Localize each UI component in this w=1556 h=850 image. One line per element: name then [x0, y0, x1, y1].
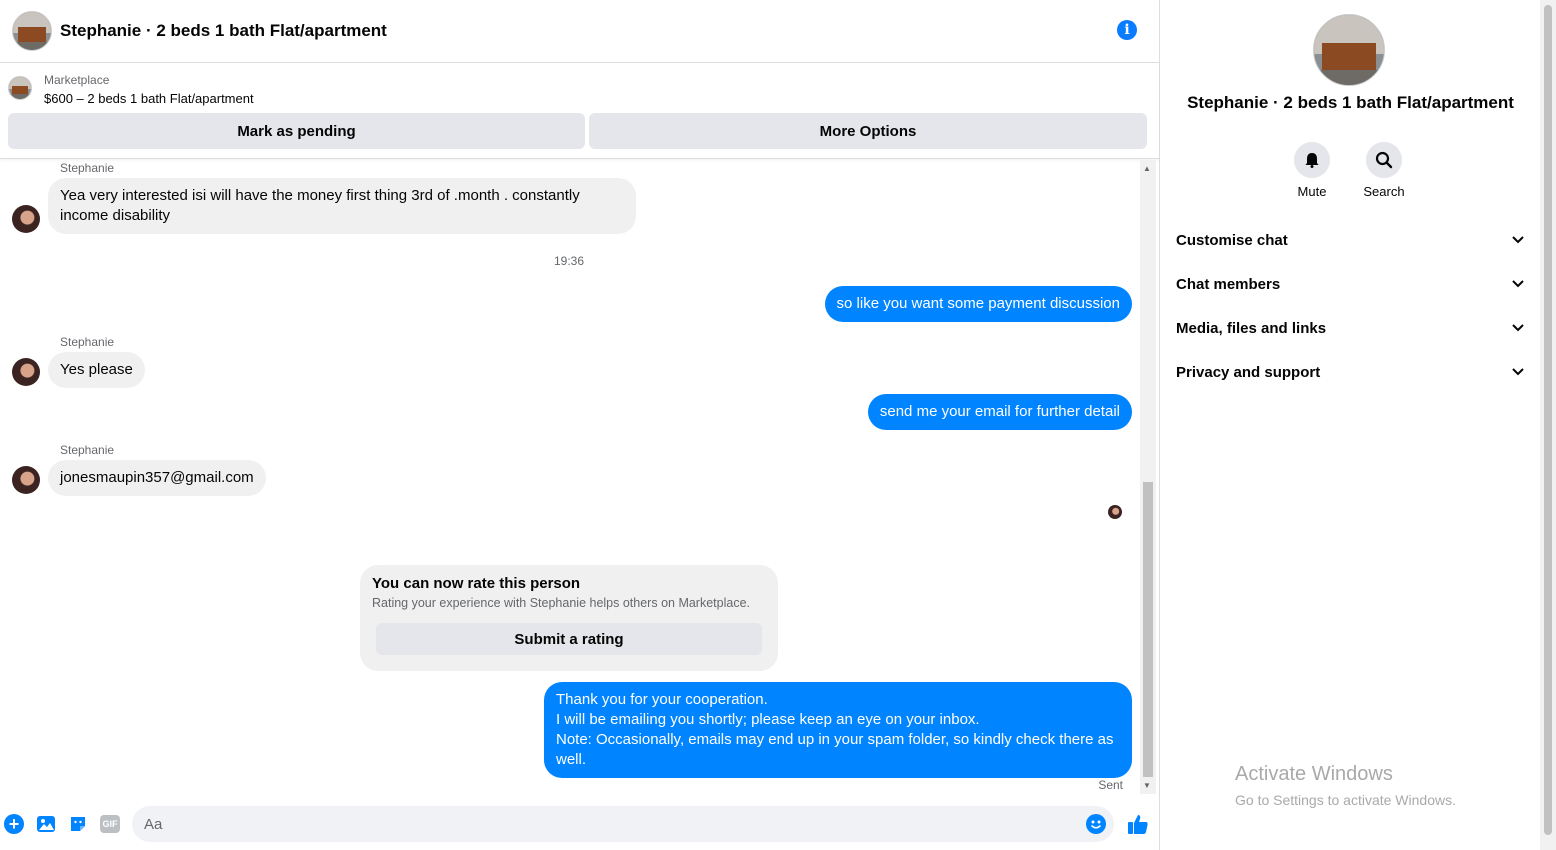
mark-as-pending-button[interactable]: Mark as pending [8, 113, 585, 149]
emoji-icon[interactable] [1086, 814, 1106, 834]
outgoing-message[interactable]: so like you want some payment discussion [824, 286, 1132, 322]
window-scroll-thumb[interactable] [1544, 5, 1552, 835]
message-status: Sent [1098, 778, 1123, 792]
activate-windows-watermark: Activate Windows Go to Settings to activ… [1235, 763, 1456, 808]
message-input[interactable] [132, 806, 1114, 842]
sender-name: Stephanie [60, 443, 115, 457]
chat-header: Stephanie · 2 beds 1 bath Flat/apartment… [0, 0, 1159, 63]
listing-avatar[interactable] [12, 11, 52, 51]
search-icon [1366, 142, 1402, 178]
message-line: I will be emailing you shortly; please k… [556, 711, 980, 728]
scroll-down-arrow-icon[interactable]: ▼ [1143, 781, 1151, 790]
window-scrollbar[interactable] [1540, 0, 1556, 850]
section-privacy-support[interactable]: Privacy and support [1161, 352, 1540, 392]
message-timestamp: 19:36 [553, 254, 585, 268]
messenger-app: Stephanie · 2 beds 1 bath Flat/apartment… [0, 0, 1556, 850]
rating-subtitle: Rating your experience with Stephanie he… [372, 596, 750, 610]
more-options-button[interactable]: More Options [589, 113, 1147, 149]
incoming-message[interactable]: Yea very interested isi will have the mo… [48, 178, 636, 234]
chevron-down-icon [1512, 368, 1524, 376]
mute-button[interactable]: Mute [1282, 142, 1342, 199]
bell-icon [1294, 142, 1330, 178]
composer-bar: + GIF [0, 804, 1159, 844]
chat-pane: Stephanie · 2 beds 1 bath Flat/apartment… [0, 0, 1160, 850]
submit-rating-button[interactable]: Submit a rating [376, 623, 762, 655]
plus-icon[interactable]: + [4, 814, 24, 834]
sender-name: Stephanie [60, 161, 115, 175]
listing-thumbnail[interactable] [8, 76, 32, 100]
listing-source-label: Marketplace [44, 73, 110, 87]
listing-banner: Marketplace $600 – 2 beds 1 bath Flat/ap… [0, 63, 1159, 159]
message-line: Note: Occasionally, emails may end up in… [556, 731, 1114, 768]
rating-card: You can now rate this person Rating your… [360, 565, 778, 671]
section-label: Chat members [1176, 275, 1281, 293]
incoming-message[interactable]: Yes please [48, 352, 145, 388]
incoming-message[interactable]: jonesmaupin357@gmail.com [48, 460, 266, 496]
chat-info-sidebar: Stephanie · 2 beds 1 bath Flat/apartment… [1161, 0, 1540, 850]
contact-avatar[interactable] [12, 358, 40, 386]
sticker-icon[interactable] [68, 814, 88, 834]
chat-title[interactable]: Stephanie · 2 beds 1 bath Flat/apartment [60, 21, 387, 41]
sender-name: Stephanie [60, 335, 115, 349]
section-label: Media, files and links [1176, 319, 1327, 337]
section-label: Privacy and support [1176, 363, 1321, 381]
rating-title: You can now rate this person [372, 575, 581, 592]
watermark-title: Activate Windows [1235, 763, 1393, 785]
search-label: Search [1363, 184, 1405, 199]
message-list: Stephanie Yea very interested isi will h… [0, 160, 1143, 794]
outgoing-message[interactable]: send me your email for further detail [867, 394, 1132, 430]
message-scrollbar[interactable]: ▲ ▼ [1140, 160, 1156, 794]
sidebar-listing-avatar[interactable] [1313, 14, 1385, 86]
gif-icon[interactable]: GIF [100, 814, 120, 834]
scroll-thumb[interactable] [1143, 482, 1153, 777]
info-icon[interactable]: i [1117, 20, 1137, 40]
watermark-subtitle: Go to Settings to activate Windows. [1235, 792, 1456, 808]
chevron-down-icon [1512, 324, 1524, 332]
chevron-down-icon [1512, 280, 1524, 288]
search-button[interactable]: Search [1354, 142, 1414, 199]
chevron-down-icon [1512, 236, 1524, 244]
photo-icon[interactable] [36, 814, 56, 834]
seen-indicator-avatar [1108, 505, 1122, 519]
mute-label: Mute [1297, 184, 1327, 199]
message-line: Thank you for your cooperation. [556, 691, 768, 708]
section-label: Customise chat [1176, 231, 1288, 249]
section-customise-chat[interactable]: Customise chat [1161, 220, 1540, 260]
thumbs-up-icon[interactable] [1126, 812, 1150, 836]
section-media-files-links[interactable]: Media, files and links [1161, 308, 1540, 348]
sidebar-title: Stephanie · 2 beds 1 bath Flat/apartment [1187, 93, 1514, 112]
contact-avatar[interactable] [12, 466, 40, 494]
outgoing-message[interactable]: Thank you for your cooperation. I will b… [544, 682, 1132, 778]
section-chat-members[interactable]: Chat members [1161, 264, 1540, 304]
listing-price[interactable]: $600 – 2 beds 1 bath Flat/apartment [44, 91, 254, 106]
contact-avatar[interactable] [12, 205, 40, 233]
scroll-up-arrow-icon[interactable]: ▲ [1143, 164, 1151, 173]
